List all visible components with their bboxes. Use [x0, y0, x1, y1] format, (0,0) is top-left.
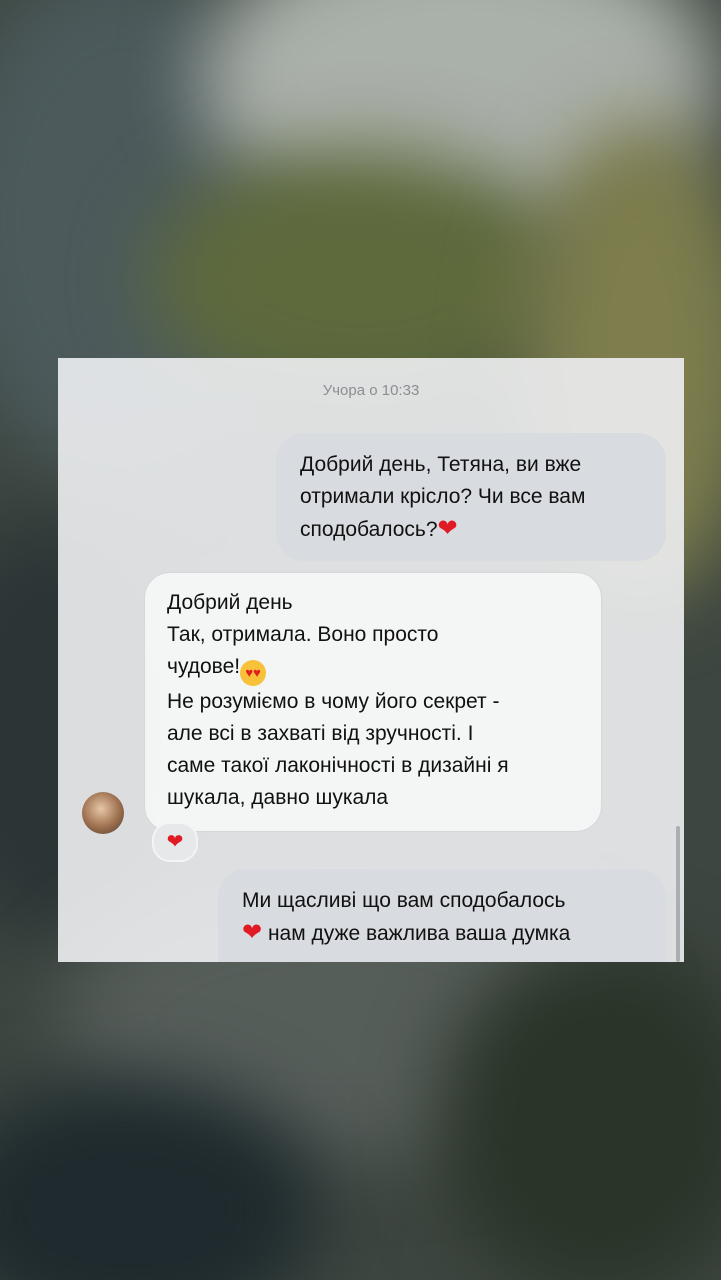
message-line: Не розуміємо в чому його секрет -: [167, 690, 500, 713]
message-timestamp: Учора о 10:33: [322, 382, 420, 399]
outgoing-message-bubble: Добрий день, Тетяна, ви вже отримали крі…: [276, 433, 666, 561]
red-heart-icon: ❤: [166, 831, 184, 853]
message-line: саме такої лаконічності в дизайні я: [167, 754, 509, 777]
message-line: але всі в захваті від зручності. І: [167, 722, 474, 745]
avatar[interactable]: [82, 792, 124, 834]
red-heart-icon: ❤: [437, 515, 458, 542]
message-line: отримали крісло? Чи все вам: [300, 485, 586, 508]
message-line: Так, отримала. Воно просто: [167, 623, 439, 646]
message-line: сподобалось?: [300, 518, 438, 541]
message-line: чудове!: [167, 655, 241, 678]
message-line: нам дуже важлива ваша думка: [267, 922, 571, 945]
heart-eyes-emoji-icon: ♥♥: [240, 660, 267, 686]
scrollbar[interactable]: [676, 826, 680, 962]
red-heart-icon: ❤: [242, 919, 263, 946]
message-line: Добрий день, Тетяна, ви вже: [300, 453, 582, 476]
heart-reaction[interactable]: ❤: [152, 822, 198, 862]
message-line: Ми щасливі що вам сподобалось: [242, 889, 566, 912]
message-line: шукала, давно шукала: [167, 786, 389, 809]
message-line: Добрий день: [167, 591, 293, 614]
chat-screenshot: Учора о 10:33 Добрий день, Тетяна, ви вж…: [58, 358, 684, 962]
outgoing-message-bubble: Ми щасливі що вам сподобалось ❤ нам дуже…: [218, 869, 666, 962]
incoming-message-bubble: Добрий день Так, отримала. Воно просто ч…: [144, 572, 602, 832]
